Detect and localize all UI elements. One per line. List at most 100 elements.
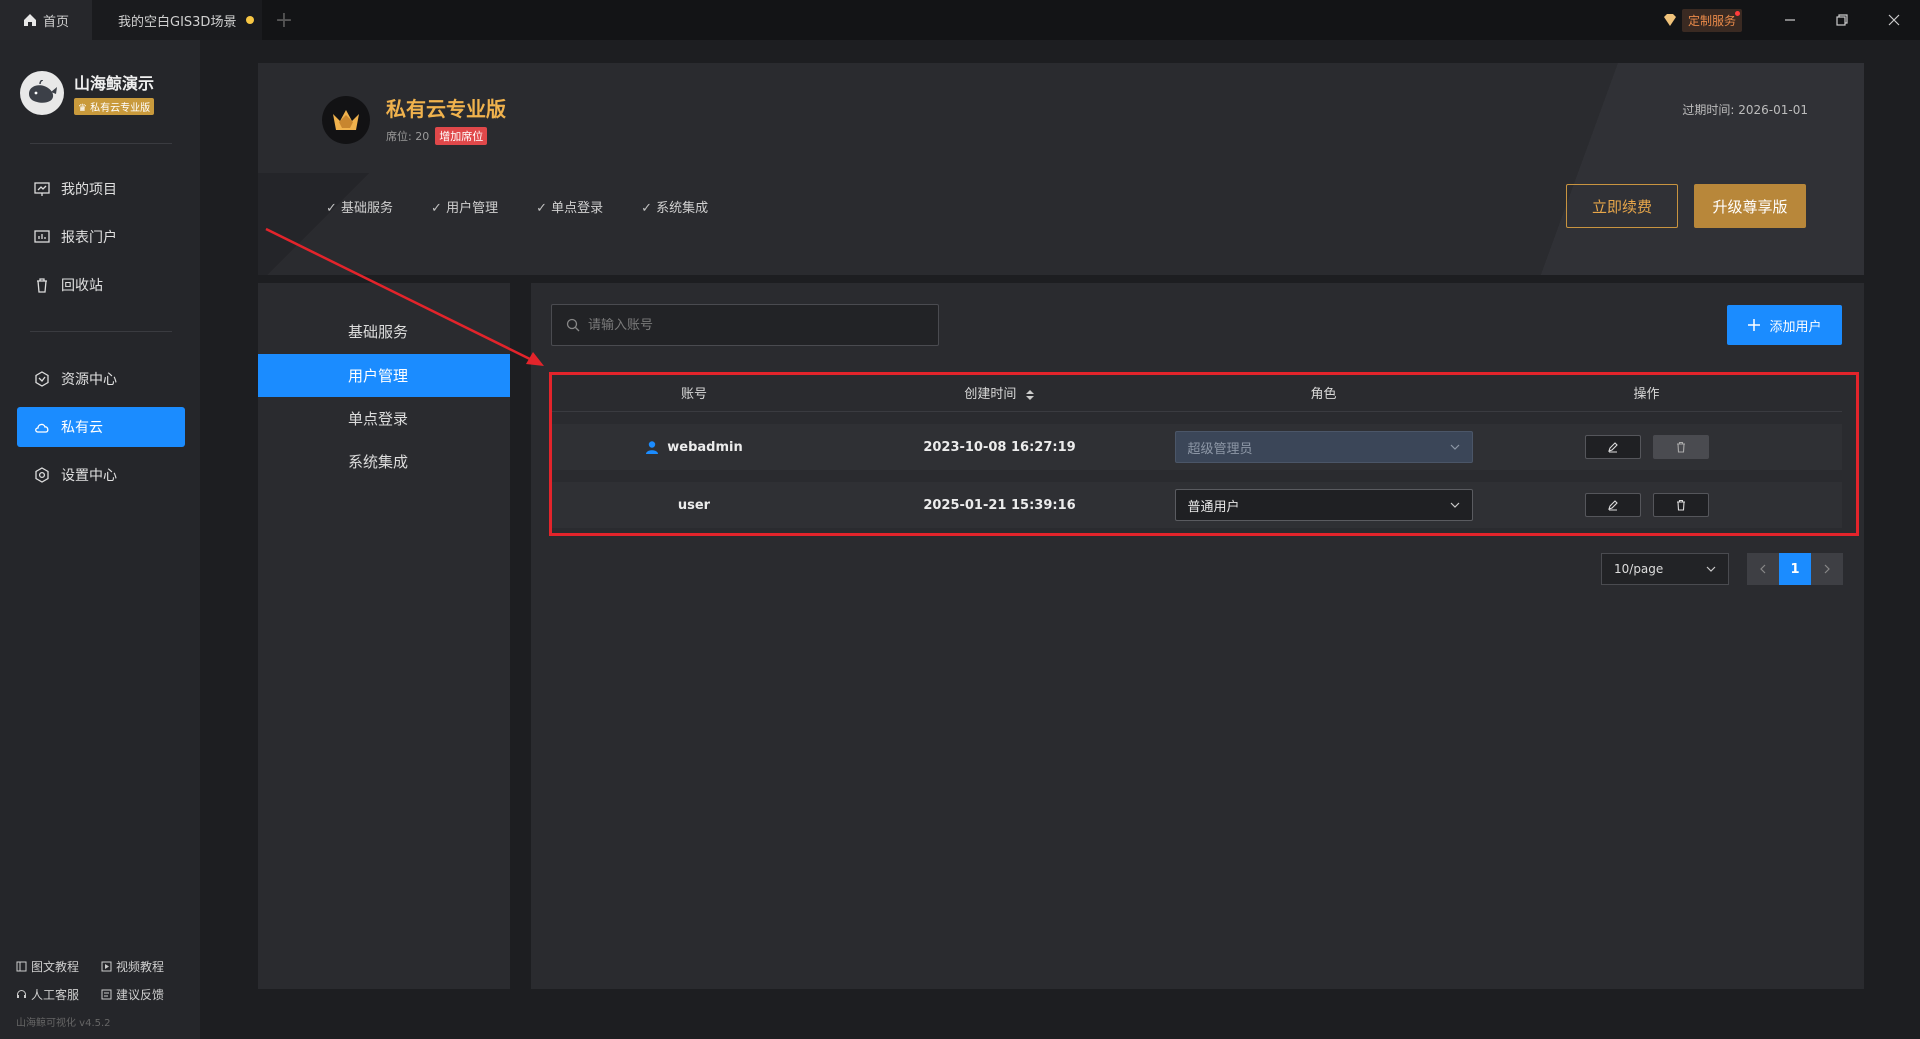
card-decoration — [1444, 63, 1864, 275]
edit-button[interactable] — [1584, 493, 1641, 517]
next-page-button[interactable] — [1811, 553, 1843, 585]
tab-home[interactable]: 首页 — [0, 0, 92, 40]
created-time: 2025-01-21 15:39:16 — [923, 497, 1076, 513]
page-number[interactable]: 1 — [1779, 553, 1811, 585]
feedback-link[interactable]: 建议反馈 — [101, 986, 164, 1003]
column-header-role: 角色 — [1310, 387, 1337, 402]
chevron-down-icon — [1450, 444, 1459, 450]
account-name: user — [677, 497, 711, 513]
role-select[interactable]: 超级管理员 — [1174, 431, 1473, 463]
restore-button[interactable] — [1816, 0, 1868, 40]
tab-label: 我的空白GIS3D场景 — [118, 14, 237, 30]
chevron-down-icon — [1450, 502, 1459, 508]
created-time: 2023-10-08 16:27:19 — [923, 439, 1076, 455]
video-icon — [101, 961, 112, 972]
sidebar-item-label: 私有云 — [61, 420, 103, 436]
expire-date: 过期时间: 2026-01-01 — [1682, 103, 1808, 117]
upgrade-button[interactable]: 升级尊享版 — [1694, 184, 1806, 228]
role-select[interactable]: 普通用户 — [1174, 489, 1473, 521]
sort-icon[interactable] — [1025, 389, 1035, 401]
submenu-item-integration[interactable]: 系统集成 — [258, 440, 510, 483]
submenu-item-basic-service[interactable]: 基础服务 — [258, 310, 510, 353]
customer-service-link[interactable]: 人工客服 — [16, 986, 79, 1003]
user-management-panel: 添加用户 账号 创建时间 角色 操作 webadmin 2023-10-08 1… — [531, 283, 1864, 989]
minimize-button[interactable] — [1764, 0, 1816, 40]
tutorial-label: 图文教程 — [31, 960, 80, 974]
sidebar-item-label: 报表门户 — [61, 230, 117, 246]
sidebar-item-recycle-bin[interactable]: 回收站 — [17, 265, 185, 305]
user-table: 账号 创建时间 角色 操作 webadmin 2023-10-08 16:27:… — [551, 374, 1842, 528]
submenu-item-user-management[interactable]: 用户管理 — [258, 354, 510, 397]
search-box — [551, 304, 939, 346]
role-value: 超级管理员 — [1187, 441, 1253, 457]
cloud-submenu: 基础服务 用户管理 单点登录 系统集成 — [258, 283, 510, 989]
feedback-icon — [101, 989, 112, 1000]
column-header-account: 账号 — [680, 387, 707, 402]
crown-icon — [322, 96, 370, 144]
unsaved-dot-icon — [246, 16, 255, 24]
add-user-button[interactable]: 添加用户 — [1727, 305, 1842, 345]
sidebar-item-settings[interactable]: 设置中心 — [17, 455, 185, 495]
actions-cell — [1485, 493, 1808, 517]
close-button[interactable] — [1868, 0, 1920, 40]
seats-count: 席位: 20 — [386, 130, 430, 143]
pencil-icon — [1607, 500, 1618, 511]
add-tab-button[interactable]: + — [262, 0, 306, 40]
sidebar-divider — [30, 143, 172, 144]
add-seat-button[interactable]: 增加席位 — [435, 127, 488, 145]
brand-name: 山海鲸演示 — [74, 74, 155, 93]
submenu-item-sso[interactable]: 单点登录 — [258, 397, 510, 440]
edit-button[interactable] — [1584, 435, 1641, 459]
sidebar-item-private-cloud[interactable]: 私有云 — [17, 407, 185, 447]
sidebar: 山海鲸演示 ♛ 私有云专业版 我的项目 报表门户 回收站 资源中心 私有云 设置… — [0, 40, 200, 1039]
renew-button[interactable]: 立即续费 — [1566, 184, 1678, 228]
search-input[interactable] — [588, 317, 918, 333]
feature-list: 基础服务 用户管理 单点登录 系统集成 — [326, 197, 708, 216]
tutorial-link[interactable]: 图文教程 — [16, 958, 79, 975]
page-size-select[interactable]: 10/page — [1601, 553, 1729, 585]
page-nav: 1 — [1747, 553, 1843, 585]
feature-item: 基础服务 — [326, 197, 393, 216]
column-header-created[interactable]: 创建时间 — [837, 383, 1162, 402]
trash-icon — [1676, 441, 1685, 453]
sidebar-item-resource-center[interactable]: 资源中心 — [17, 359, 185, 399]
role-cell: 超级管理员 — [1162, 431, 1485, 463]
chevron-down-icon — [1706, 566, 1716, 572]
card-decoration — [258, 173, 378, 275]
table-row: user 2025-01-21 15:39:16 普通用户 — [551, 482, 1842, 528]
search-icon — [566, 318, 580, 332]
home-icon — [23, 14, 36, 26]
add-user-label: 添加用户 — [1769, 319, 1822, 335]
custom-service-label: 定制服务 — [1681, 8, 1742, 32]
chevron-left-icon — [1760, 564, 1766, 574]
tab-scene[interactable]: 我的空白GIS3D场景 — [92, 0, 262, 40]
sidebar-item-label: 资源中心 — [61, 372, 117, 388]
account-cell: user — [551, 498, 837, 513]
video-tutorial-label: 视频教程 — [116, 960, 165, 974]
page-size-value: 10/page — [1614, 562, 1664, 576]
sidebar-item-label: 回收站 — [61, 278, 103, 294]
customer-service-label: 人工客服 — [31, 988, 80, 1002]
table-header: 账号 创建时间 角色 操作 — [551, 374, 1842, 412]
delete-button[interactable] — [1652, 435, 1709, 459]
chevron-right-icon — [1824, 564, 1830, 574]
brand: 山海鲸演示 ♛ 私有云专业版 — [20, 70, 155, 115]
tab-label: 首页 — [42, 14, 69, 30]
sidebar-item-my-projects[interactable]: 我的项目 — [17, 169, 185, 209]
diamond-icon — [1663, 14, 1676, 26]
sidebar-item-label: 设置中心 — [61, 468, 117, 484]
sidebar-item-report-portal[interactable]: 报表门户 — [17, 217, 185, 257]
plus-icon — [1748, 319, 1761, 331]
feedback-label: 建议反馈 — [116, 988, 165, 1002]
column-header-label: 创建时间 — [964, 387, 1017, 402]
video-tutorial-link[interactable]: 视频教程 — [101, 958, 164, 975]
restore-icon — [1836, 14, 1848, 26]
feature-item: 用户管理 — [431, 197, 498, 216]
prev-page-button[interactable] — [1747, 553, 1779, 585]
edition-label: 私有云专业版 — [90, 103, 151, 114]
custom-service-button[interactable]: 定制服务 — [1662, 8, 1742, 32]
trash-icon — [37, 278, 47, 293]
pencil-icon — [1607, 442, 1618, 453]
delete-button[interactable] — [1652, 493, 1709, 517]
feature-item: 系统集成 — [641, 197, 708, 216]
